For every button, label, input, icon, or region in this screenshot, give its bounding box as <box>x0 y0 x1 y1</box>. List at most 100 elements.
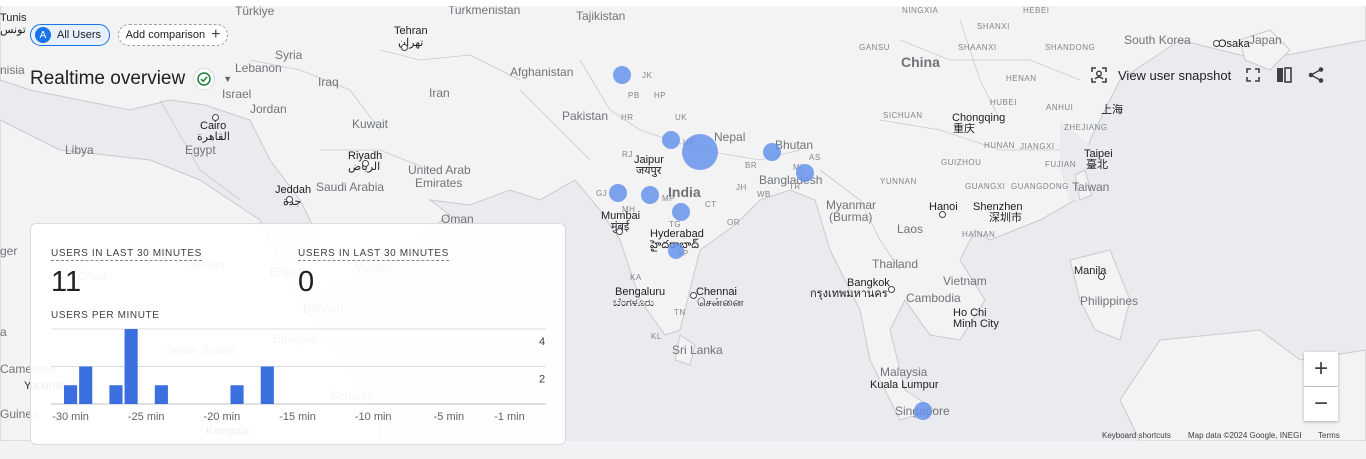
map-region-label: GUANGDONG <box>1011 182 1069 191</box>
x-tick-label: -1 min <box>494 411 525 423</box>
bar[interactable] <box>124 329 138 404</box>
map-label: Japan <box>1249 33 1282 47</box>
plus-icon: + <box>1313 355 1328 382</box>
bar[interactable] <box>230 385 244 404</box>
map-label: 深圳市 <box>989 212 1022 224</box>
map-region-label: MP <box>662 194 675 203</box>
map-label: Libya <box>65 143 94 157</box>
share-icon[interactable] <box>1307 66 1325 84</box>
segment-label: All Users <box>57 29 102 41</box>
add-comparison-label: Add comparison <box>125 29 206 41</box>
map-toolbar: View user snapshot <box>1090 66 1325 84</box>
map-region-label: CT <box>705 200 717 209</box>
zoom-in-button[interactable]: + <box>1304 352 1338 386</box>
user-location-bubble[interactable] <box>672 203 690 221</box>
map-marker <box>1213 40 1220 47</box>
fullscreen-icon[interactable] <box>1245 67 1261 83</box>
users-last-30-label[interactable]: USERS IN LAST 30 MINUTES <box>51 248 202 261</box>
map-label: South Korea <box>1124 33 1191 47</box>
map-region-label: SHANXI <box>977 22 1010 31</box>
map-label: சென்னை <box>697 297 744 309</box>
map-label: القاهرة <box>197 131 230 143</box>
map-label: Afghanistan <box>510 65 574 79</box>
map-label: 重庆 <box>953 123 975 135</box>
map-label: Tajikistan <box>576 9 626 23</box>
map-label: Tehran <box>394 25 428 37</box>
user-location-bubble[interactable] <box>609 184 627 202</box>
zoom-out-button[interactable]: − <box>1304 387 1338 421</box>
map-label: Saudi Arabia <box>316 180 385 194</box>
compare-columns-icon[interactable] <box>1275 66 1293 84</box>
map-region-label: OR <box>727 218 740 227</box>
users-per-minute-chart[interactable]: 4 2 -30 min -25 min -20 min -15 min -10 min -5 … <box>31 324 567 434</box>
data-quality-check-icon[interactable] <box>193 68 216 90</box>
user-location-bubble[interactable] <box>613 66 631 84</box>
map-label: Lebanon <box>235 61 282 75</box>
map-label: تونس <box>0 24 26 36</box>
map-label: Sri Lanka <box>672 343 723 357</box>
map-region-label: FUJIAN <box>1045 160 1076 169</box>
map-label: (Burma) <box>829 210 873 224</box>
map-region-label: UK <box>675 113 688 122</box>
map-region-label: BR <box>745 161 758 170</box>
bar[interactable] <box>79 366 93 405</box>
map-label: Emirates <box>415 176 463 190</box>
map-region-label: NINGXIA <box>902 6 939 15</box>
terms-link[interactable]: Terms <box>1318 431 1340 440</box>
map-region-label: JH <box>736 183 747 192</box>
map-label: Egypt <box>185 143 216 157</box>
map-region-label: SHANDONG <box>1045 43 1096 52</box>
map-region-label: HR <box>621 113 634 122</box>
bar[interactable] <box>109 385 123 404</box>
map-label: United Arab <box>408 163 471 177</box>
map-marker <box>939 211 946 218</box>
plus-icon: + <box>211 26 221 43</box>
map-label: Türkiye <box>235 4 275 18</box>
map-region-label: HAINAN <box>962 230 996 239</box>
user-location-bubble[interactable] <box>641 186 659 204</box>
user-location-bubble[interactable] <box>662 131 680 149</box>
map-region-label: MH <box>622 205 636 214</box>
top-edge <box>0 0 1366 6</box>
user-location-bubble[interactable] <box>668 243 684 259</box>
map-data-attribution: Map data ©2024 Google, INEGI <box>1188 431 1302 440</box>
snapshot-icon <box>1091 67 1107 83</box>
segment-chip-all-users[interactable]: A All Users <box>30 24 110 46</box>
user-location-bubble[interactable] <box>682 134 718 170</box>
map-region-label: TN <box>674 308 686 317</box>
map-label: Pakistan <box>562 109 609 123</box>
map-label: Vietnam <box>943 274 987 288</box>
users-last-30-label-secondary[interactable]: USERS IN LAST 30 MINUTES <box>298 248 449 261</box>
page-title: Realtime overview <box>30 68 186 89</box>
bar[interactable] <box>154 385 168 404</box>
map-label: Osaka <box>1218 38 1250 50</box>
map-region-label: GUIZHOU <box>941 158 982 167</box>
user-location-bubble[interactable] <box>763 143 781 161</box>
minus-icon: − <box>1313 390 1328 417</box>
map-label: China <box>901 54 940 70</box>
users-last-30-value-secondary: 0 <box>298 266 315 298</box>
keyboard-shortcuts-link[interactable]: Keyboard shortcuts <box>1102 431 1171 440</box>
add-comparison-button[interactable]: Add comparison + <box>118 24 228 46</box>
map-region-label: HUNAN <box>984 141 1015 150</box>
view-user-snapshot-button[interactable]: View user snapshot <box>1090 66 1231 84</box>
caret-down-icon[interactable]: ▼ <box>223 74 232 84</box>
bar[interactable] <box>260 366 274 405</box>
user-location-bubble[interactable] <box>796 164 814 182</box>
map-label: Syria <box>275 48 303 62</box>
map-label: ಬೆಂಗಳೂರು <box>613 297 655 309</box>
map-marker <box>362 160 369 167</box>
map-marker <box>212 114 219 121</box>
map-label: Taiwan <box>1072 180 1110 194</box>
map-region-label: HP <box>654 91 667 100</box>
page-header: Realtime overview ▼ <box>30 68 232 90</box>
map-region-label: GUANGXI <box>965 182 1006 191</box>
map-label: Minh City <box>953 318 999 330</box>
map-label: Jeddah <box>275 184 312 196</box>
map-region-label: GJ <box>596 189 608 198</box>
x-tick-label: -25 min <box>128 411 165 423</box>
x-tick-label: -20 min <box>204 411 241 423</box>
map-region-label: SHAANXI <box>958 43 997 52</box>
user-location-bubble[interactable] <box>914 402 932 420</box>
bar[interactable] <box>64 385 78 404</box>
